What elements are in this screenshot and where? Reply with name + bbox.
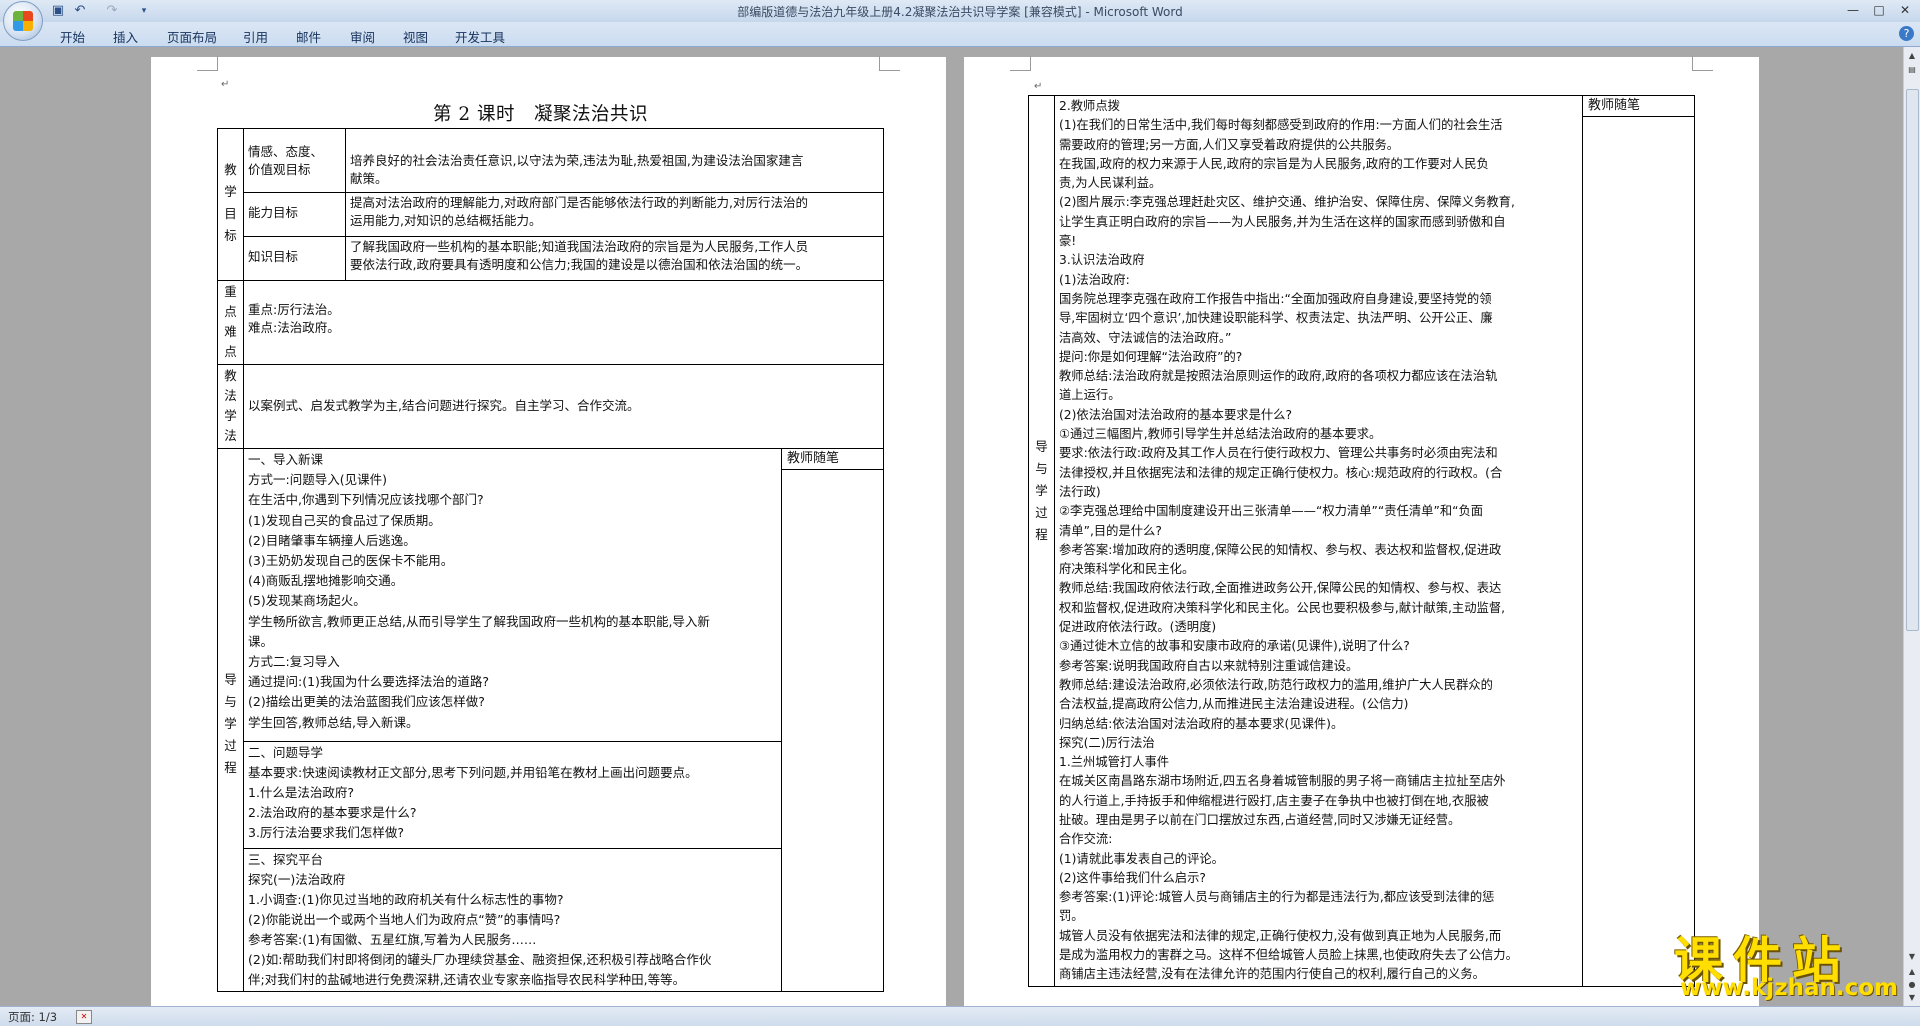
tab-insert[interactable]: 插入	[113, 27, 138, 46]
objective-text-knowledge: 了解我国政府一些机构的基本职能;知道我国法治政府的宗旨是为人民服务,工作人员 要依…	[345, 236, 884, 281]
tab-page-layout[interactable]: 页面布局	[167, 27, 217, 46]
section-exploration: 三、探究平台 探究(一)法治政府 1.小调查:(1)你见过当地的政府机关有什么标…	[248, 852, 712, 987]
lesson-plan-table: 教学目标 情感、态度、 价值观目标 培养良好的社会法治责任意识,以守法为荣,违法为…	[217, 128, 884, 992]
site-watermark: 课件站 www.kjzhan.com	[1664, 921, 1912, 1001]
paragraph-mark: ↵	[1034, 81, 1043, 92]
office-logo-icon	[13, 11, 33, 31]
next-page-icon[interactable]: ▼	[1907, 993, 1917, 1003]
tab-home[interactable]: 开始	[60, 27, 85, 46]
scrollbar-thumb[interactable]	[1906, 89, 1919, 631]
objective-text-ability: 提高对法治政府的理解能力,对政府部门是否能够依法行政的判断能力,对厉行法治的 运用…	[345, 192, 884, 237]
document-page-1[interactable]: ↵ 第 2 课时 凝聚法治共识 教学目标 情感、态度、 价值观目标 培养良好的社会…	[151, 56, 946, 1006]
ribbon-tabs: 开始 插入 页面布局 引用 邮件 审阅 视图 开发工具 ?	[0, 22, 1920, 47]
tab-review[interactable]: 审阅	[350, 27, 375, 46]
title-bar: ▣ ↶ ↷ ▾ 部编版道德与法治九年级上册4.2凝聚法治共识导学案 [兼容模式]…	[0, 0, 1920, 22]
lesson-plan-table-continued: 导与学过程 2.教师点拨 (1)在我们的日常生活中,我们每时每刻都感受到政府的作…	[1028, 95, 1695, 987]
tab-mailings[interactable]: 邮件	[296, 27, 321, 46]
paragraph-mark: ↵	[221, 79, 230, 90]
teacher-notes-column: 教师随笔	[1582, 95, 1695, 987]
crop-mark	[197, 56, 218, 71]
close-button[interactable]: ✕	[1892, 2, 1918, 19]
section-intro: 一、导入新课 方式一:问题导入(见课件) 在生活中,你遇到下列情况应该找哪个部门…	[244, 449, 781, 742]
vertical-scrollbar[interactable]: ▲ ▤ ▼ ▲ ● ▼	[1903, 47, 1920, 1006]
scroll-down-icon[interactable]: ▼	[1907, 952, 1917, 962]
crop-mark	[879, 56, 900, 71]
process-label: 导与学过程	[1028, 95, 1055, 987]
tab-view[interactable]: 视图	[403, 27, 428, 46]
crop-mark	[1010, 56, 1031, 71]
process-label: 导与学过程	[217, 448, 244, 992]
process-content: 一、导入新课 方式一:问题导入(见课件) 在生活中,你遇到下列情况应该找哪个部门…	[243, 448, 782, 992]
objectives-label: 教学目标	[217, 128, 244, 281]
teacher-notes-header: 教师随笔	[1583, 96, 1694, 117]
minimize-button[interactable]: —	[1840, 2, 1866, 19]
process-content: 2.教师点拨 (1)在我们的日常生活中,我们每时每刻都感受到政府的作用:一方面人…	[1054, 95, 1583, 987]
document-page-2[interactable]: ↵ 导与学过程 2.教师点拨 (1)在我们的日常生活中,我们每时每刻都感受到政府…	[964, 56, 1759, 1006]
method-text: 以案例式、启发式教学为主,结合问题进行探究。自主学习、合作交流。	[243, 364, 884, 449]
objective-text-attitude: 培养良好的社会法治责任意识,以守法为荣,违法为耻,热爱祖国,为建设法治国家建言献…	[345, 128, 884, 193]
key-points-text: 重点:厉行法治。 难点:法治政府。	[243, 280, 884, 365]
objective-label-knowledge: 知识目标	[243, 236, 346, 281]
ruler-toggle-icon[interactable]: ▤	[1907, 65, 1917, 75]
crop-mark	[1692, 56, 1713, 71]
office-button[interactable]	[3, 1, 43, 41]
window-title: 部编版道德与法治九年级上册4.2凝聚法治共识导学案 [兼容模式] - Micro…	[737, 5, 1183, 19]
objective-label-ability: 能力目标	[243, 192, 346, 237]
objective-label-attitude: 情感、态度、 价值观目标	[243, 128, 346, 193]
help-icon[interactable]: ?	[1899, 26, 1914, 41]
tab-references[interactable]: 引用	[243, 27, 268, 46]
watermark-url: www.kjzhan.com	[1680, 975, 1898, 1001]
select-browse-object-icon[interactable]: ●	[1907, 980, 1917, 990]
maximize-button[interactable]: □	[1866, 2, 1892, 19]
previous-page-icon[interactable]: ▲	[1907, 967, 1917, 977]
tab-developer[interactable]: 开发工具	[455, 27, 505, 46]
lesson-title: 第 2 课时 凝聚法治共识	[433, 104, 649, 125]
teacher-notes-column: 教师随笔	[781, 448, 884, 992]
section-guided-questions: 二、问题导学 基本要求:快速阅读教材正文部分,思考下列问题,并用铅笔在教材上画出…	[244, 742, 781, 849]
proofing-status-icon[interactable]: ✕	[76, 1010, 92, 1024]
key-points-label: 重点难点	[217, 280, 244, 365]
scroll-up-icon[interactable]: ▲	[1907, 51, 1917, 61]
status-bar: 页面: 1/3 ✕	[0, 1006, 1920, 1026]
page-count[interactable]: 页面: 1/3	[8, 1009, 57, 1025]
method-label: 教法学法	[217, 364, 244, 449]
teacher-notes-header: 教师随笔	[782, 449, 883, 470]
